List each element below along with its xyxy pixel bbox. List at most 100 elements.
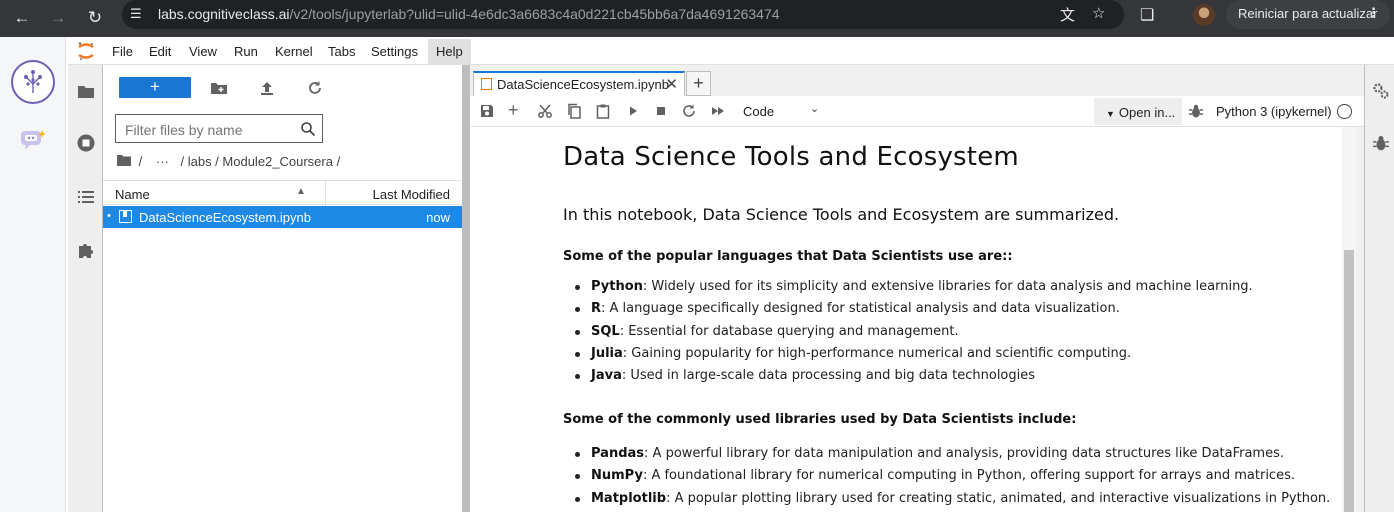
jupyterlab-menubar: File Edit View Run Kernel Tabs Settings … (68, 37, 1394, 65)
update-button[interactable]: Reiniciar para actualizar ⋮ (1226, 0, 1390, 29)
site-settings-icon[interactable]: ☰ (130, 6, 142, 22)
running-kernels-icon[interactable] (76, 133, 96, 153)
new-folder-icon[interactable] (210, 79, 228, 97)
list-item-term: NumPy (591, 468, 643, 484)
left-sidebar-tabs (68, 65, 103, 512)
notebook-icon (481, 78, 492, 90)
list-item-text: : Used in large-scale data processing an… (621, 368, 1036, 384)
cell-type-select[interactable]: Code (743, 104, 774, 119)
breadcrumb-path[interactable]: / labs / Module2_Coursera / (181, 154, 341, 169)
property-inspector-gears-icon[interactable] (1372, 82, 1390, 100)
file-row[interactable]: • DataScienceEcosystem.ipynb now (103, 206, 462, 228)
bookmark-star-icon[interactable]: ☆ (1092, 4, 1105, 22)
stop-icon[interactable] (653, 103, 671, 121)
list-item: SQL: Essential for database querying and… (563, 321, 1253, 343)
restart-kernel-icon[interactable] (681, 103, 699, 121)
copy-icon[interactable] (566, 103, 584, 121)
list-item: NumPy: A foundational library for numeri… (563, 465, 1330, 487)
column-name[interactable]: Name (115, 187, 150, 202)
insert-cell-icon[interactable]: + (508, 100, 526, 120)
reload-icon[interactable]: ↻ (80, 3, 110, 33)
document-tabbar: DataScienceEcosystem.ipynb ✕ + (470, 65, 1364, 96)
breadcrumb: / ··· / labs / Module2_Coursera / (117, 154, 344, 169)
notebook-title: Data Science Tools and Ecosystem (563, 142, 1019, 172)
open-in-button[interactable]: ▼ Open in... (1094, 98, 1182, 125)
list-item: Matplotlib: A popular plotting library u… (563, 488, 1330, 510)
menu-file[interactable]: File (112, 44, 133, 59)
tab-title: DataScienceEcosystem.ipynb (497, 77, 669, 92)
debugger-bug-icon[interactable] (1188, 103, 1204, 119)
menu-run[interactable]: Run (234, 44, 258, 59)
notebook-file-icon (119, 210, 132, 223)
url-host: labs.cognitiveclass.ai (158, 6, 290, 22)
running-indicator-icon: • (107, 210, 111, 222)
list-item-text: : A powerful library for data manipulati… (644, 446, 1285, 461)
list-item-text: : Widely used for its simplicity and ext… (642, 279, 1253, 294)
platform-sidebar (0, 37, 66, 512)
extensions-icon[interactable]: ❏ (1140, 5, 1154, 25)
sort-ascending-icon[interactable]: ▲ (296, 186, 306, 197)
menu-settings[interactable]: Settings (371, 44, 418, 59)
breadcrumb-root[interactable]: / (139, 154, 143, 169)
new-tab-button[interactable]: + (686, 71, 711, 96)
browser-toolbar: ← → ↻ ☰ labs.cognitiveclass.ai/v2/tools/… (0, 0, 1394, 37)
scrollbar-thumb[interactable] (1344, 250, 1354, 512)
run-icon[interactable] (625, 103, 643, 121)
list-item-term: Pandas (591, 446, 645, 461)
url-text[interactable]: labs.cognitiveclass.ai/v2/tools/jupyterl… (158, 6, 780, 22)
libraries-list-items: Pandas: A powerful library for data mani… (563, 443, 1330, 510)
save-icon[interactable] (479, 103, 497, 121)
update-button-label: Reiniciar para actualizar (1238, 6, 1378, 21)
menu-edit[interactable]: Edit (149, 44, 171, 59)
table-of-contents-icon[interactable] (76, 187, 96, 207)
list-item-term: Java (591, 368, 622, 384)
list-item-term: Matplotlib (591, 490, 667, 506)
forward-arrow-icon[interactable]: → (43, 3, 73, 33)
refresh-icon[interactable] (306, 79, 324, 97)
address-bar[interactable]: ☰ labs.cognitiveclass.ai/v2/tools/jupyte… (122, 0, 1124, 29)
extensions-puzzle-icon[interactable] (76, 240, 96, 260)
kernel-name[interactable]: Python 3 (ipykernel) (1216, 104, 1332, 119)
search-icon (300, 121, 316, 137)
new-launcher-button[interactable]: + (119, 77, 191, 98)
restart-run-all-icon[interactable] (710, 103, 728, 121)
chevron-down-icon[interactable]: ⌄ (810, 102, 819, 115)
menu-kernel[interactable]: Kernel (275, 44, 313, 59)
ai-assistant-icon[interactable] (20, 129, 46, 151)
languages-list: Python: Widely used for its simplicity a… (563, 276, 1253, 387)
close-icon[interactable]: ✕ (665, 75, 678, 93)
column-divider[interactable] (325, 181, 326, 206)
back-arrow-icon[interactable]: ← (7, 3, 37, 33)
menu-help[interactable]: Help (428, 39, 471, 64)
kebab-menu-icon[interactable]: ⋮ (1367, 5, 1380, 21)
file-modified: now (426, 210, 450, 225)
list-item-text: : Essential for database querying and ma… (619, 323, 959, 339)
upload-icon[interactable] (258, 79, 276, 97)
caret-down-icon: ▼ (1106, 109, 1115, 119)
file-filter-input[interactable]: Filter files by name (115, 114, 323, 143)
list-item-text: : A foundational library for numerical c… (642, 468, 1295, 484)
cut-icon[interactable] (537, 103, 555, 121)
folder-icon[interactable] (76, 81, 96, 101)
kernel-idle-status-icon (1337, 104, 1352, 119)
breadcrumb-ellipsis[interactable]: ··· (156, 154, 169, 169)
menu-tabs[interactable]: Tabs (328, 44, 355, 59)
paste-icon[interactable] (595, 103, 613, 121)
home-folder-icon[interactable] (117, 154, 131, 169)
notebook-content[interactable]: Data Science Tools and Ecosystem In this… (470, 127, 1356, 512)
column-last-modified[interactable]: Last Modified (373, 187, 450, 202)
list-item-term: R (591, 301, 602, 317)
panel-splitter[interactable] (462, 65, 470, 512)
profile-avatar[interactable] (1193, 4, 1215, 26)
notebook-subtitle: In this notebook, Data Science Tools and… (563, 205, 1120, 224)
translate-icon[interactable]: 文 (1060, 4, 1075, 25)
list-item: Julia: Gaining popularity for high-perfo… (563, 343, 1253, 365)
tab-notebook[interactable]: DataScienceEcosystem.ipynb ✕ (473, 71, 685, 96)
languages-intro: Some of the popular languages that Data … (563, 249, 1013, 264)
debugger-bug-icon[interactable] (1372, 134, 1390, 152)
cognitive-class-logo-icon[interactable] (11, 60, 55, 104)
list-item: Java: Used in large-scale data processin… (563, 365, 1253, 387)
libraries-intro: Some of the commonly used libraries used… (563, 412, 1077, 427)
menu-view[interactable]: View (189, 44, 217, 59)
notebook-toolbar: + Code ⌄ ▼ Open in... Python 3 (ipykerne… (470, 96, 1364, 127)
